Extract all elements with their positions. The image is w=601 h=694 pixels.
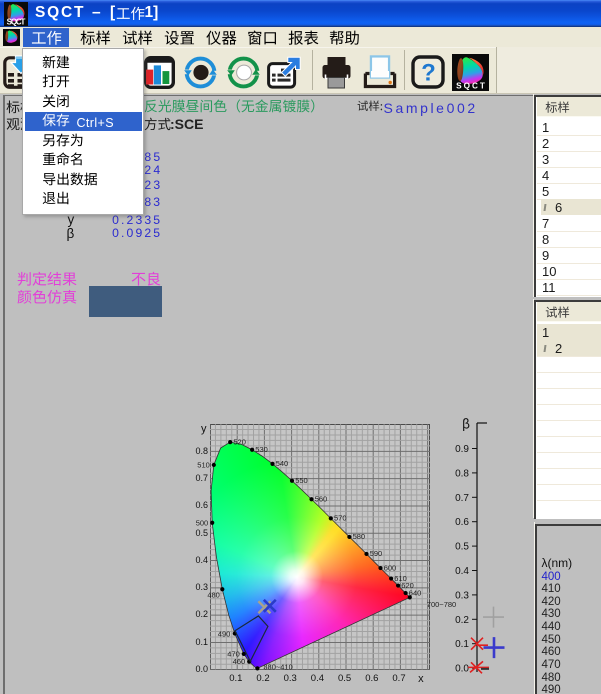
svg-text:0.8: 0.8	[455, 468, 469, 479]
svg-text:500: 500	[196, 518, 209, 527]
svg-text:570: 570	[334, 514, 347, 523]
svg-text:0.1: 0.1	[455, 639, 469, 650]
svg-text:550: 550	[295, 476, 308, 485]
svg-text:0.4: 0.4	[455, 566, 469, 577]
svg-text:SQCT: SQCT	[7, 17, 26, 26]
svg-text:510: 510	[197, 460, 210, 469]
svg-text:0.0: 0.0	[455, 664, 469, 675]
svg-text:380~410: 380~410	[263, 662, 292, 671]
svg-text:460: 460	[233, 657, 246, 666]
svg-text:480: 480	[207, 590, 220, 599]
svg-text:0.9: 0.9	[455, 444, 469, 455]
svg-text:520: 520	[233, 437, 246, 446]
svg-text:580: 580	[353, 532, 366, 541]
svg-text:540: 540	[276, 459, 289, 468]
svg-text:0.7: 0.7	[455, 493, 469, 504]
svg-text:490: 490	[218, 630, 231, 639]
svg-text:590: 590	[370, 549, 383, 558]
svg-text:0.5: 0.5	[455, 542, 469, 553]
svg-text:560: 560	[315, 494, 328, 503]
svg-text:600: 600	[384, 563, 397, 572]
svg-text:0.2: 0.2	[455, 615, 469, 626]
svg-text:0.3: 0.3	[455, 590, 469, 601]
svg-text:?: ?	[421, 60, 436, 87]
svg-text:530: 530	[255, 445, 268, 454]
svg-text:0.6: 0.6	[455, 517, 469, 528]
